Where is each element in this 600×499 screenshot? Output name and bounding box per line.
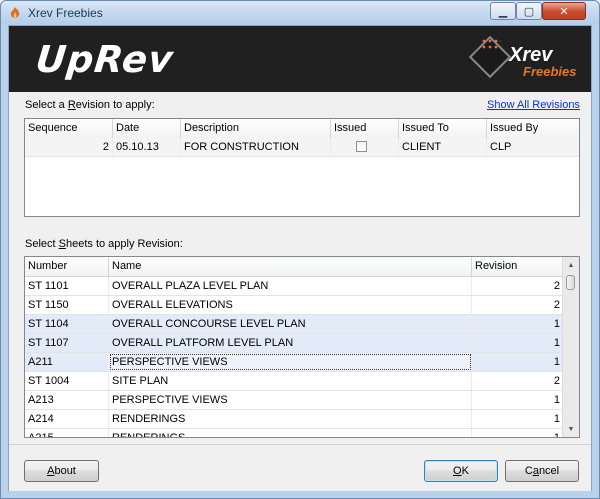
cell-name: RENDERINGS [109, 429, 472, 437]
col-date[interactable]: Date [113, 119, 181, 138]
xrev-brand-sub: Freebies [523, 64, 577, 79]
cell-revision: 1 [553, 394, 560, 406]
cell-number: A215 [25, 429, 109, 437]
cell-issued-by: CLP [490, 141, 512, 153]
xrev-logo-icon: Xrev Freebies [468, 34, 581, 86]
header-banner: UpRev Xrev Freebies [9, 26, 591, 92]
col-revision[interactable]: Revision [472, 257, 563, 276]
cell-revision: 2 [553, 375, 560, 387]
uprev-logo: UpRev [33, 38, 176, 81]
table-row[interactable]: ST 1150 OVERALL ELEVATIONS 2 [25, 296, 563, 315]
app-flame-icon [10, 7, 20, 18]
close-button[interactable]: ✕ [542, 2, 586, 20]
revision-label-pre: Select a [25, 99, 68, 111]
table-row[interactable]: 2 05.10.13 FOR CONSTRUCTION CLIENT CLP [25, 138, 579, 157]
cell-number: A211 [25, 353, 109, 371]
scroll-thumb[interactable] [566, 275, 575, 290]
revision-section-label: Select a Revision to apply: [25, 99, 155, 111]
sheets-vertical-scrollbar[interactable]: ▲ ▼ [562, 257, 579, 437]
cell-number: ST 1104 [25, 315, 109, 333]
col-issued[interactable]: Issued [331, 119, 399, 138]
window-title: Xrev Freebies [28, 6, 103, 20]
col-number[interactable]: Number [25, 257, 109, 276]
dialog-footer: About OK Ca ncel [9, 444, 591, 491]
cell-number: ST 1150 [25, 296, 109, 314]
sheets-header: Number Name Revision [25, 257, 563, 277]
dialog-window: Xrev Freebies ▁ ▢ ✕ UpRev Xrev Freebies … [0, 0, 600, 499]
col-description[interactable]: Description [181, 119, 331, 138]
cell-number: A214 [25, 410, 109, 428]
revisions-header: Sequence Date Description Issued Issued … [25, 119, 579, 139]
show-all-revisions-link[interactable]: Show All Revisions [487, 99, 580, 111]
minimize-button[interactable]: ▁ [490, 2, 516, 20]
xrev-dots-icon [481, 38, 501, 50]
about-button[interactable]: About [24, 460, 99, 482]
cell-number: ST 1101 [25, 277, 109, 295]
cell-name: OVERALL CONCOURSE LEVEL PLAN [109, 315, 472, 333]
revision-label-accel: R [67, 99, 76, 111]
col-name[interactable]: Name [109, 257, 472, 276]
table-row[interactable]: A213 PERSPECTIVE VIEWS 1 [25, 391, 563, 410]
col-issued-to[interactable]: Issued To [399, 119, 487, 138]
about-accel: A [47, 465, 55, 477]
cell-number: ST 1107 [25, 334, 109, 352]
cell-issued [331, 138, 399, 156]
cell-revision: 1 [553, 318, 560, 330]
cell-name: PERSPECTIVE VIEWS [109, 391, 472, 409]
cell-revision: 2 [553, 299, 560, 311]
table-row[interactable]: ST 1101 OVERALL PLAZA LEVEL PLAN 2 [25, 277, 563, 296]
table-row[interactable]: A214 RENDERINGS 1 [25, 410, 563, 429]
col-sequence[interactable]: Sequence [25, 119, 113, 138]
maximize-button[interactable]: ▢ [516, 2, 542, 20]
sheets-label-accel: S [58, 238, 66, 250]
ok-rest: K [461, 465, 469, 477]
sheets-grid[interactable]: Number Name Revision ST 1101 OVERALL PLA… [24, 256, 580, 438]
cell-sequence: 2 [25, 138, 113, 156]
ok-accel: O [453, 465, 462, 477]
cell-number: ST 1004 [25, 372, 109, 390]
scroll-up-icon[interactable]: ▲ [563, 257, 579, 273]
cell-revision: 1 [553, 356, 560, 368]
revision-label-post: evision to apply: [75, 99, 155, 111]
sheets-label-post: heets to apply Revision: [65, 238, 183, 250]
cell-revision: 2 [553, 280, 560, 292]
cell-number: A213 [25, 391, 109, 409]
checkbox-unchecked-icon[interactable] [356, 141, 367, 152]
dialog-client: UpRev Xrev Freebies Select a Revision to… [8, 25, 592, 491]
title-bar[interactable]: Xrev Freebies ▁ ▢ ✕ [1, 1, 599, 25]
cell-revision: 1 [553, 432, 560, 438]
sheets-section-label: Select Sheets to apply Revision: [25, 238, 183, 250]
cell-name: SITE PLAN [109, 372, 472, 390]
table-row[interactable]: A215 RENDERINGS 1 [25, 429, 563, 438]
col-issued-by[interactable]: Issued By [487, 119, 579, 138]
table-row[interactable]: ST 1004 SITE PLAN 2 [25, 372, 563, 391]
cancel-button[interactable]: Ca ncel [505, 460, 579, 482]
table-row-selected[interactable]: ST 1107 OVERALL PLATFORM LEVEL PLAN 1 [25, 334, 563, 353]
cell-name: OVERALL PLATFORM LEVEL PLAN [109, 334, 472, 352]
cancel-rest: ncel [538, 465, 560, 477]
cell-description: FOR CONSTRUCTION [181, 138, 331, 156]
scroll-down-icon[interactable]: ▼ [563, 421, 579, 437]
about-rest: bout [54, 465, 76, 477]
cell-revision: 1 [553, 413, 560, 425]
cell-name: RENDERINGS [109, 410, 472, 428]
cancel-pre: C [524, 465, 533, 477]
revisions-grid[interactable]: Sequence Date Description Issued Issued … [24, 118, 580, 217]
table-row-selected[interactable]: A211 PERSPECTIVE VIEWS 1 [25, 353, 563, 372]
cell-name: OVERALL PLAZA LEVEL PLAN [109, 277, 472, 295]
sheets-label-pre: Select [25, 238, 59, 250]
cell-issued-to: CLIENT [399, 138, 487, 156]
cell-revision: 1 [553, 337, 560, 349]
cell-name-focused: PERSPECTIVE VIEWS [109, 353, 472, 371]
cell-name: OVERALL ELEVATIONS [109, 296, 472, 314]
table-row-selected[interactable]: ST 1104 OVERALL CONCOURSE LEVEL PLAN 1 [25, 315, 563, 334]
ok-button[interactable]: OK [424, 460, 498, 482]
cell-date: 05.10.13 [113, 138, 181, 156]
